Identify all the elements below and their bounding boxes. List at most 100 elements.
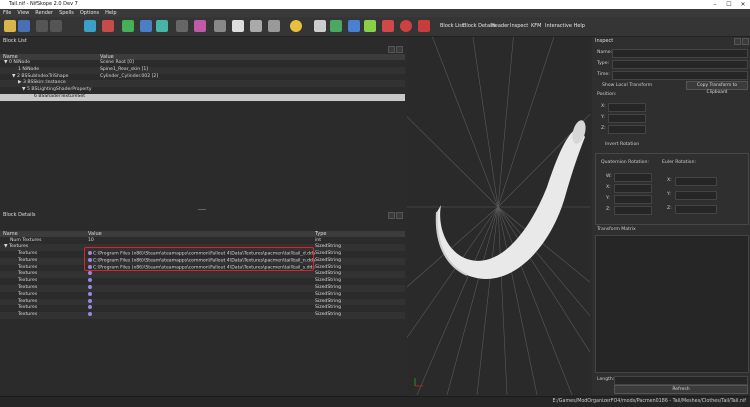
euler-y-label: Y:: [667, 192, 671, 197]
status-bar: E:/Games/ModOrganizerFO4/mods/Pacmen0186…: [0, 396, 750, 407]
toggle-block-list-button[interactable]: Block List: [440, 23, 464, 29]
menu-spells[interactable]: Spells: [56, 9, 77, 17]
table-row[interactable]: Textures SizedString: [0, 312, 405, 320]
tree-row[interactable]: ▼ 5 BSLightingShaderProperty: [0, 87, 405, 94]
tree-row[interactable]: 1 NiNode Spine1_Rear_skin [1]: [0, 66, 405, 74]
quat-w-field[interactable]: [614, 173, 652, 182]
table-row[interactable]: Textures SizedString: [0, 271, 405, 279]
hidden-icon[interactable]: [250, 20, 262, 32]
block-details-title: Block Details: [3, 212, 36, 218]
panel-close-icon[interactable]: [396, 46, 403, 53]
pos-x-label: X:: [601, 104, 606, 109]
view-side-icon[interactable]: [156, 20, 168, 32]
type-field[interactable]: [612, 60, 748, 69]
euler-x-field[interactable]: [675, 177, 717, 186]
maximize-button[interactable]: ☐: [722, 0, 736, 9]
view-user-icon[interactable]: [176, 20, 188, 32]
length-field[interactable]: [614, 376, 748, 385]
undo-icon[interactable]: [36, 20, 48, 32]
minimize-button[interactable]: –: [708, 0, 722, 9]
name-field[interactable]: [612, 49, 748, 58]
quat-y-field[interactable]: [614, 195, 652, 204]
pos-y-field[interactable]: [608, 114, 646, 123]
col-name-header[interactable]: Name: [3, 231, 18, 237]
transform-icon[interactable]: [102, 20, 114, 32]
render-viewport[interactable]: [407, 37, 590, 395]
panel-close-icon[interactable]: [742, 38, 749, 45]
row-value[interactable]: 10: [88, 238, 94, 245]
col-value-header[interactable]: Value: [88, 231, 102, 237]
nodes-icon[interactable]: [348, 20, 360, 32]
toolbar: Block List Block Details Header Inspect …: [0, 17, 750, 37]
euler-z-label: Z:: [667, 206, 672, 211]
wand-icon[interactable]: [314, 20, 326, 32]
copy-transform-button[interactable]: Copy Transform to Clipboard: [686, 81, 748, 95]
toggle-header-button[interactable]: Header: [491, 23, 509, 29]
save-icon[interactable]: [18, 20, 30, 32]
time-label: Time:: [597, 72, 610, 77]
euler-y-field[interactable]: [675, 191, 717, 200]
toggle-help-button[interactable]: Interactive Help: [545, 23, 585, 29]
light-icon[interactable]: [290, 20, 302, 32]
eye-icon[interactable]: [232, 20, 244, 32]
shader-icon[interactable]: [418, 20, 430, 32]
refresh-button[interactable]: Refresh: [614, 385, 748, 394]
block-details-header: Name Value Type: [0, 231, 405, 237]
view-front-icon[interactable]: [140, 20, 152, 32]
perspective-icon[interactable]: [194, 20, 206, 32]
menu-help[interactable]: Help: [102, 9, 119, 17]
table-row[interactable]: Textures SizedString: [0, 285, 405, 292]
marker-icon[interactable]: [400, 20, 412, 32]
table-row[interactable]: Textures SizedString: [0, 298, 405, 306]
time-field[interactable]: [612, 71, 748, 80]
grid-icon[interactable]: [268, 20, 280, 32]
panel-float-icon[interactable]: [388, 46, 395, 53]
close-button[interactable]: ✕: [736, 0, 750, 9]
table-row[interactable]: Textures SizedString: [0, 305, 405, 312]
splitter-handle[interactable]: [198, 209, 206, 210]
table-row[interactable]: Num Textures 10 int: [0, 238, 405, 245]
panel-float-icon[interactable]: [388, 212, 395, 219]
texture-file-icon: [88, 305, 92, 310]
quat-z-label: Z:: [606, 207, 611, 212]
table-row[interactable]: Textures SizedString: [0, 291, 405, 299]
view-top-icon[interactable]: [122, 20, 134, 32]
euler-z-field[interactable]: [675, 205, 717, 214]
tree-row-selected[interactable]: 6 BSShaderTextureSet: [0, 93, 405, 101]
quaternion-label: Quaternion Rotation:: [601, 160, 649, 165]
select-icon[interactable]: [84, 20, 96, 32]
pos-z-label: Z:: [601, 126, 606, 131]
viewport-scene: [407, 37, 590, 395]
panel-close-icon[interactable]: [396, 212, 403, 219]
tree-row-value: Spine1_Rear_skin [1]: [100, 66, 149, 72]
panel-float-icon[interactable]: [734, 38, 741, 45]
skeleton-icon[interactable]: [364, 20, 376, 32]
show-local-transform-checkbox[interactable]: Show Local Transform: [602, 83, 652, 88]
texture-file-icon: [88, 278, 92, 283]
title-bar: Tail.nif - NifSkope 2.0 Dev 7 – ☐ ✕: [0, 0, 750, 9]
invert-rotation-checkbox[interactable]: Invert Rotation: [605, 142, 639, 147]
collision-icon[interactable]: [382, 20, 394, 32]
grid-lines: [407, 37, 590, 395]
transform-matrix-table[interactable]: [595, 235, 749, 373]
col-type-header[interactable]: Type: [315, 231, 326, 237]
menu-options[interactable]: Options: [77, 9, 102, 17]
axes-icon[interactable]: [330, 20, 342, 32]
redo-icon[interactable]: [50, 20, 62, 32]
tree-row[interactable]: ▼ 0 NiNode Scene Root [0]: [0, 60, 405, 67]
row-name: Textures: [18, 285, 38, 291]
pos-z-field[interactable]: [608, 125, 646, 134]
quat-z-field[interactable]: [614, 206, 652, 215]
window-title: Tail.nif - NifSkope 2.0 Dev 7: [9, 1, 78, 7]
menu-file[interactable]: File: [0, 9, 14, 17]
table-row[interactable]: Textures SizedString: [0, 278, 405, 285]
flip-icon[interactable]: [214, 20, 226, 32]
toggle-inspect-button[interactable]: Inspect: [510, 23, 528, 29]
toggle-kfm-button[interactable]: KFM: [531, 23, 541, 29]
menu-render[interactable]: Render: [32, 9, 56, 17]
quat-x-field[interactable]: [614, 184, 652, 193]
menu-view[interactable]: View: [14, 9, 32, 17]
row-type: SizedString: [315, 257, 342, 263]
pos-x-field[interactable]: [608, 103, 646, 112]
open-icon[interactable]: [4, 20, 16, 32]
